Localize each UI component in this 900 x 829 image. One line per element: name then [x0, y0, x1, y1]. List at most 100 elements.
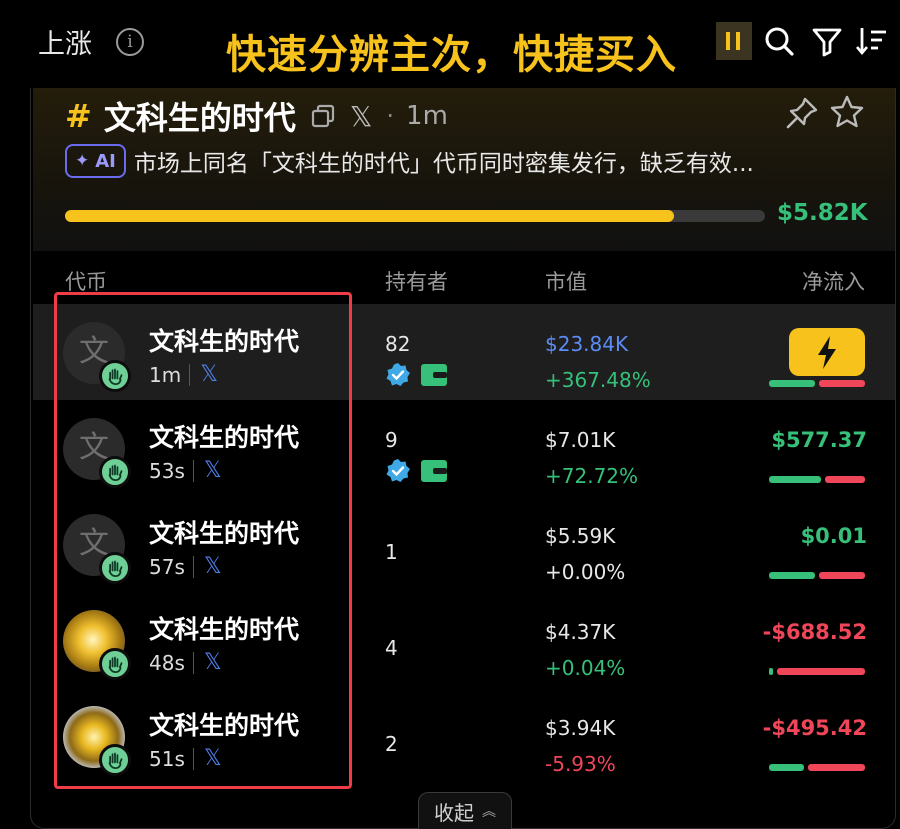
lightning-icon — [818, 336, 836, 369]
star-icon[interactable] — [829, 94, 865, 130]
buy-bar — [769, 380, 815, 387]
progress-fill — [65, 210, 674, 222]
price-change: +0.04% — [545, 656, 626, 680]
column-header-token[interactable]: 代币 — [65, 266, 107, 296]
net-inflow: -$495.42 — [762, 716, 867, 740]
token-row[interactable]: 文 文科生的时代 1m 𝕏 82 $23.84K +367.48% — [33, 304, 895, 400]
hand-icon — [99, 360, 131, 392]
wallet-icon — [421, 364, 447, 386]
ai-summary-text[interactable]: 市场上同名「文科生的时代」代币同时密集发行，缺乏有效... — [134, 144, 754, 178]
holder-badges — [385, 362, 447, 388]
pin-icon[interactable] — [785, 96, 819, 130]
column-header-net-inflow[interactable]: 净流入 — [802, 266, 865, 296]
token-group-card: # 文科生的时代 𝕏 · 1m ✦ AI 市场上同名「文科生的时代」代币同时密集… — [30, 88, 896, 829]
divider — [192, 747, 194, 770]
top-bar: 上涨 i 快速分辨主次，快捷买入 — [0, 0, 900, 88]
holder-count: 9 — [385, 428, 398, 452]
hand-icon — [99, 744, 131, 776]
buy-bar — [769, 668, 773, 675]
hand-icon — [99, 648, 131, 680]
token-age: 48s — [149, 650, 185, 675]
holder-count: 2 — [385, 732, 398, 756]
sell-bar — [825, 476, 865, 483]
filter-icon[interactable] — [810, 24, 844, 58]
column-header-holders[interactable]: 持有者 — [385, 266, 448, 296]
price-change: +0.00% — [545, 560, 626, 584]
token-age: 53s — [149, 458, 185, 483]
divider — [189, 363, 191, 386]
search-icon[interactable] — [762, 24, 796, 58]
token-row[interactable]: 文科生的时代 51s 𝕏 2 $3.94K -5.93% -$495.42 — [33, 688, 895, 784]
chevron-up-icon: ︽ — [482, 804, 496, 820]
price-change: -5.93% — [545, 752, 616, 776]
sparkle-icon: ✦ — [75, 151, 90, 171]
sort-icon[interactable] — [856, 24, 890, 58]
token-age: 1m — [406, 101, 448, 131]
info-icon[interactable]: i — [116, 28, 144, 56]
market-cap: $3.94K — [545, 716, 616, 740]
column-header-market-cap[interactable]: 市值 — [545, 266, 587, 296]
token-meta: 57s 𝕏 — [149, 554, 222, 579]
ai-badge[interactable]: ✦ AI — [65, 144, 126, 178]
x-twitter-icon[interactable]: 𝕏 — [350, 100, 373, 133]
token-name: 文科生的时代 — [149, 327, 300, 356]
buy-bar — [769, 476, 821, 483]
token-name: 文科生的时代 — [149, 711, 300, 740]
holder-badges — [385, 458, 447, 484]
tab-rising[interactable]: 上涨 — [38, 22, 92, 61]
token-age: 57s — [149, 554, 185, 579]
progress-value: $5.82K — [777, 200, 868, 226]
collapse-label: 收起 — [434, 800, 474, 825]
x-twitter-icon[interactable]: 𝕏 — [204, 746, 222, 771]
token-meta: 53s 𝕏 — [149, 458, 222, 483]
card-header: # 文科生的时代 𝕏 · 1m ✦ AI 市场上同名「文科生的时代」代币同时密集… — [33, 88, 895, 251]
hand-icon — [99, 456, 131, 488]
token-row[interactable]: 文 文科生的时代 57s 𝕏 1 $5.59K +0.00% $0.01 — [33, 496, 895, 592]
separator-dot: · — [386, 102, 395, 130]
collapse-button[interactable]: 收起 ︽ — [418, 792, 512, 829]
buy-sell-ratio-bar — [769, 764, 865, 771]
holder-count: 82 — [385, 332, 411, 356]
buy-sell-ratio-bar — [769, 380, 865, 387]
token-name: 文科生的时代 — [149, 519, 300, 548]
market-cap: $23.84K — [545, 332, 629, 356]
x-twitter-icon[interactable]: 𝕏 — [204, 458, 222, 483]
buy-sell-ratio-bar — [769, 476, 865, 483]
wallet-icon — [421, 460, 447, 482]
token-meta: 48s 𝕏 — [149, 650, 222, 675]
divider — [192, 651, 194, 674]
quick-buy-button[interactable] — [789, 328, 865, 376]
x-twitter-icon[interactable]: 𝕏 — [204, 650, 222, 675]
sell-bar — [819, 380, 865, 387]
token-row[interactable]: 文科生的时代 48s 𝕏 4 $4.37K +0.04% -$688.52 — [33, 592, 895, 688]
token-meta: 51s 𝕏 — [149, 746, 222, 771]
net-inflow: -$688.52 — [762, 620, 867, 644]
market-cap: $5.59K — [545, 524, 616, 548]
market-cap: $4.37K — [545, 620, 616, 644]
x-twitter-icon[interactable]: 𝕏 — [204, 554, 222, 579]
holder-count: 4 — [385, 636, 398, 660]
pause-icon[interactable] — [716, 22, 752, 60]
ai-summary-row: ✦ AI 市场上同名「文科生的时代」代币同时密集发行，缺乏有效... — [65, 144, 754, 178]
token-row[interactable]: 文 文科生的时代 53s 𝕏 9 $7.01K +72.72% $577.37 — [33, 400, 895, 496]
divider — [192, 459, 194, 482]
token-age: 51s — [149, 746, 185, 771]
x-twitter-icon[interactable]: 𝕏 — [200, 362, 218, 387]
progress-bar — [65, 210, 765, 222]
divider — [192, 555, 194, 578]
hash-icon: # — [65, 97, 92, 135]
buy-bar — [769, 764, 804, 771]
token-age: 1m — [149, 362, 182, 387]
sell-bar — [819, 572, 865, 579]
verified-badge-icon — [386, 459, 410, 482]
net-inflow: $577.37 — [771, 428, 867, 452]
hand-icon — [99, 552, 131, 584]
buy-sell-ratio-bar — [769, 572, 865, 579]
sell-bar — [808, 764, 865, 771]
price-change: +72.72% — [545, 464, 639, 488]
token-title: 文科生的时代 — [103, 99, 296, 137]
promo-banner: 快速分辨主次，快捷买入 — [226, 32, 677, 78]
holder-count: 1 — [385, 540, 398, 564]
copy-icon[interactable] — [310, 103, 336, 129]
market-cap: $7.01K — [545, 428, 616, 452]
